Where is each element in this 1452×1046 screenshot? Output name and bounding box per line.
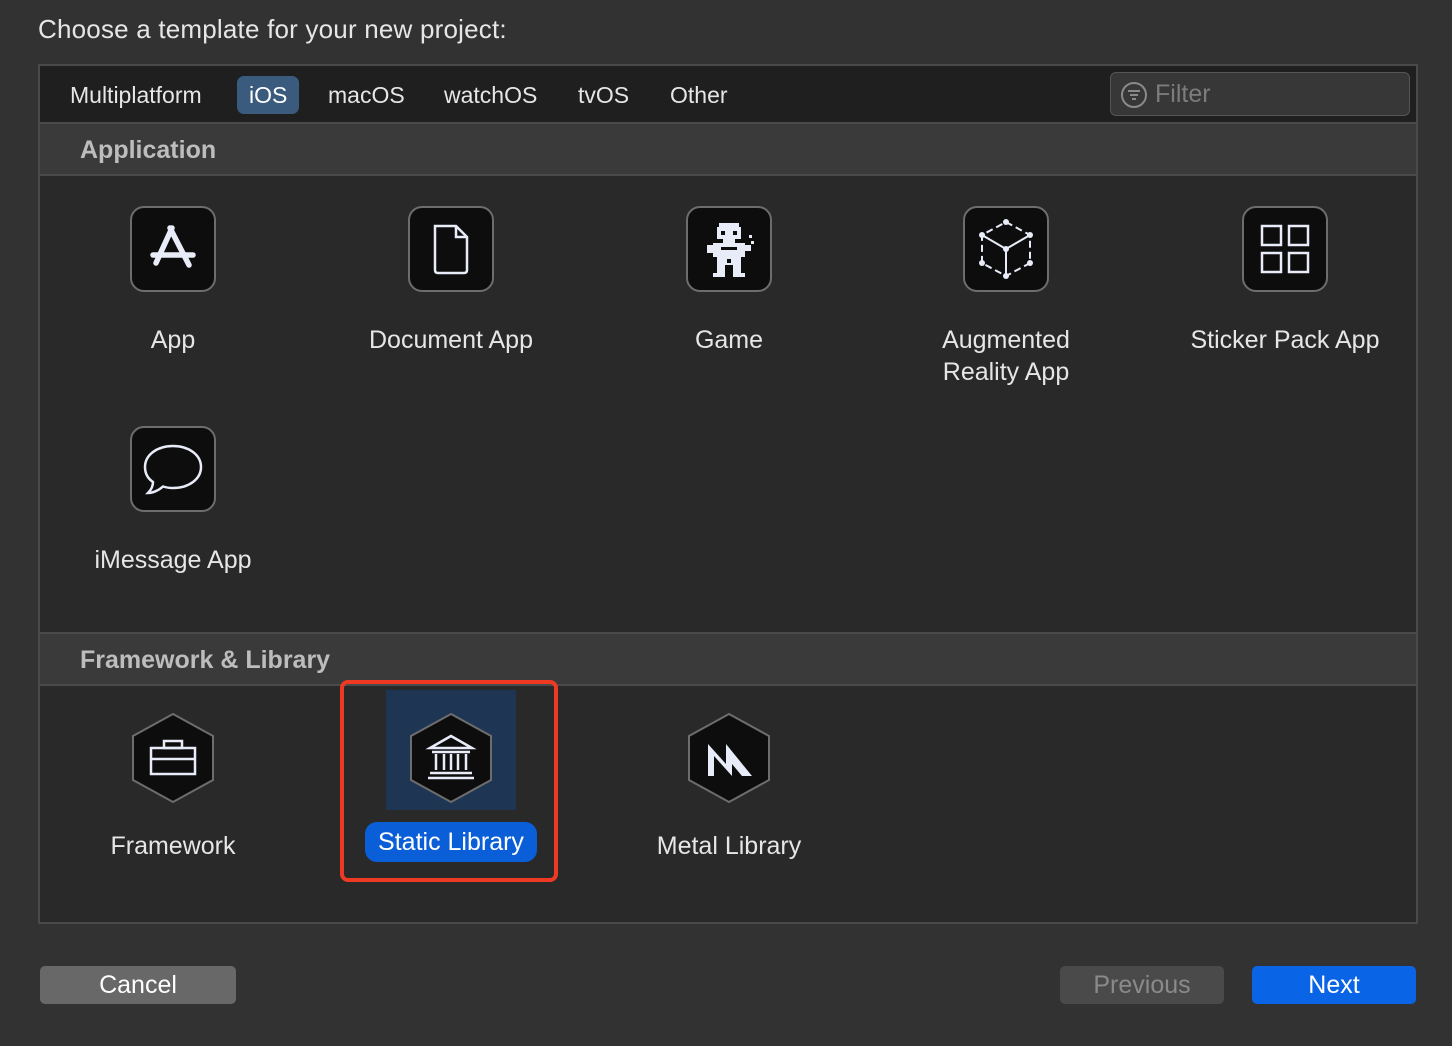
section-header-application: Application [40, 124, 1416, 176]
section-header-framework-library: Framework & Library [40, 634, 1416, 686]
template-label: Augmented Reality App [891, 324, 1121, 388]
template-augmented-reality-app[interactable]: Augmented Reality App [891, 206, 1121, 416]
app-store-icon [130, 206, 216, 292]
application-templates: App Document App Game Augmented Reality … [40, 176, 1416, 632]
template-label: Document App [369, 326, 533, 354]
filter-input[interactable] [1153, 77, 1393, 111]
template-framework[interactable]: Framework [58, 712, 288, 892]
tab-multiplatform[interactable]: Multiplatform [58, 76, 214, 114]
tab-macos[interactable]: macOS [316, 76, 417, 114]
tab-watchos[interactable]: watchOS [432, 76, 549, 114]
template-panel: Multiplatform iOS macOS watchOS tvOS Oth… [38, 64, 1418, 924]
game-character-icon [686, 206, 772, 292]
template-label: Game [694, 326, 764, 354]
tab-other[interactable]: Other [658, 76, 740, 114]
ar-cube-icon [963, 206, 1049, 292]
toolbox-hexagon-icon [132, 712, 214, 804]
template-label: Sticker Pack App [1190, 326, 1380, 354]
template-document-app[interactable]: Document App [336, 206, 566, 386]
template-label: App [150, 326, 196, 354]
previous-button[interactable]: Previous [1060, 966, 1224, 1004]
grid-icon [1242, 206, 1328, 292]
template-label: Framework [110, 832, 236, 860]
metal-hexagon-icon [688, 712, 770, 804]
template-imessage-app[interactable]: iMessage App [58, 426, 288, 606]
cancel-button[interactable]: Cancel [40, 966, 236, 1004]
template-label-line-2: Reality App [942, 358, 1070, 386]
document-icon [408, 206, 494, 292]
dialog-title: Choose a template for your new project: [38, 14, 507, 44]
template-app[interactable]: App [58, 206, 288, 386]
filter-field[interactable] [1110, 72, 1410, 116]
selected-template-label: Static Library [365, 822, 537, 862]
platform-tab-bar: Multiplatform iOS macOS watchOS tvOS Oth… [40, 66, 1416, 124]
tab-tvos[interactable]: tvOS [566, 76, 641, 114]
template-label: Metal Library [656, 832, 802, 860]
tab-ios[interactable]: iOS [237, 76, 300, 114]
framework-templates: Framework Static Library Metal Library [40, 680, 1416, 922]
template-label-line-1: Augmented [942, 326, 1070, 354]
filter-icon [1121, 82, 1147, 108]
template-static-library[interactable]: Static Library [336, 712, 566, 892]
next-button[interactable]: Next [1252, 966, 1416, 1004]
template-label: Static Library [336, 822, 566, 862]
template-metal-library[interactable]: Metal Library [614, 712, 844, 892]
template-label: iMessage App [94, 546, 252, 574]
template-sticker-pack-app[interactable]: Sticker Pack App [1170, 206, 1400, 386]
library-building-hexagon-icon [410, 712, 492, 804]
template-game[interactable]: Game [614, 206, 844, 386]
speech-bubble-icon [130, 426, 216, 512]
